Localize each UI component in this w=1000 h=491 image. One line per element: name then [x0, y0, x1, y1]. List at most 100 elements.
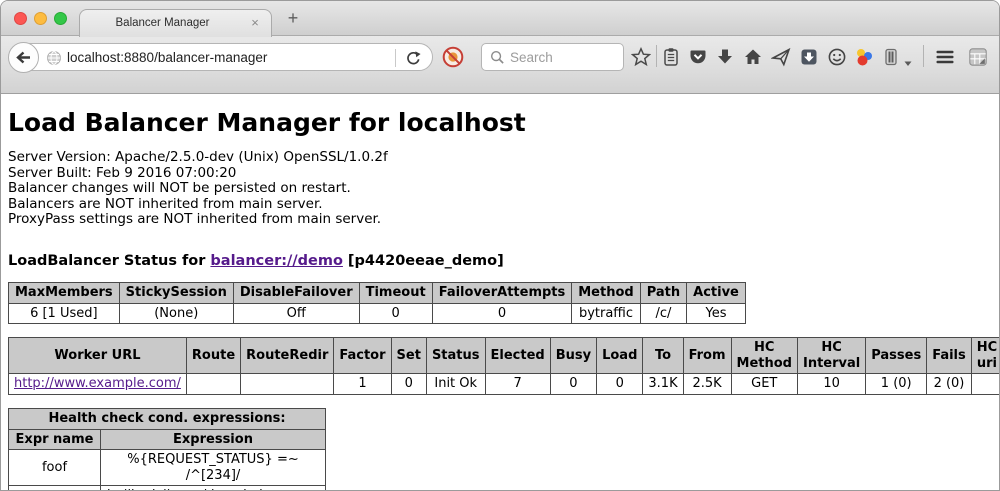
col-load: Load	[597, 338, 643, 374]
worker-url-link[interactable]: http://www.example.com/	[14, 376, 181, 391]
cell-hc-uri	[971, 374, 1000, 395]
plugin-blocked-icon	[442, 46, 464, 68]
cell-status: Init Ok	[426, 374, 485, 395]
status-suffix: [p4420eeae_demo]	[348, 253, 504, 269]
tab-close-icon[interactable]: ×	[247, 15, 263, 31]
col-busy: Busy	[550, 338, 596, 374]
cell-hc-method: GET	[731, 374, 797, 395]
search-icon	[490, 50, 505, 65]
reload-icon	[404, 49, 422, 67]
server-info: Server Version: Apache/2.5.0-dev (Unix) …	[8, 150, 999, 228]
cell-from: 2.5K	[683, 374, 731, 395]
col-passes: Passes	[866, 338, 927, 374]
url-bar[interactable]	[9, 43, 433, 71]
cell-active: Yes	[687, 303, 746, 324]
pocket-button[interactable]	[688, 47, 708, 67]
proxypass-note: ProxyPass settings are NOT inherited fro…	[8, 212, 999, 228]
status-prefix: LoadBalancer Status for	[8, 253, 205, 269]
url-input[interactable]	[67, 45, 367, 69]
cell-path: /c/	[640, 303, 686, 324]
health-table-title: Health check cond. expressions:	[9, 408, 326, 429]
col-factor: Factor	[334, 338, 391, 374]
reload-button[interactable]	[402, 48, 424, 68]
balancer-persist-note: Balancer changes will NOT be persisted o…	[8, 181, 999, 197]
table-header-row: Expr name Expression	[9, 429, 326, 450]
extension-dropdown-caret[interactable]	[904, 54, 912, 60]
col-fails: Fails	[927, 338, 972, 374]
extension-dots-button[interactable]	[854, 47, 874, 67]
home-icon	[743, 47, 763, 67]
cell-routeredir	[241, 374, 334, 395]
balancer-inherit-note: Balancers are NOT inherited from main se…	[8, 197, 999, 213]
bookmark-star-button[interactable]	[631, 47, 651, 67]
cell-failoverattempts: 0	[432, 303, 572, 324]
home-button[interactable]	[743, 47, 763, 67]
health-check-table: Health check cond. expressions: Expr nam…	[8, 408, 326, 491]
balancer-demo-link[interactable]: balancer://demo	[210, 253, 343, 269]
globe-icon	[46, 50, 62, 66]
archive-extension-button[interactable]	[881, 47, 901, 67]
col-to: To	[643, 338, 683, 374]
titlebar: Balancer Manager × +	[1, 1, 999, 36]
page-content: Load Balancer Manager for localhost Serv…	[1, 95, 999, 490]
col-timeout: Timeout	[359, 282, 432, 303]
new-tab-button[interactable]: +	[282, 8, 304, 30]
clipboard-icon	[661, 47, 681, 67]
menu-button[interactable]	[935, 47, 955, 67]
navigation-toolbar	[1, 36, 999, 94]
feedback-button[interactable]	[827, 47, 847, 67]
col-disablefailover: DisableFailover	[233, 282, 359, 303]
table-row: foof %{REQUEST_STATUS} =~ /^[234]/	[9, 450, 326, 486]
browser-window: Balancer Manager × +	[0, 0, 1000, 491]
tab-balancer-manager[interactable]: Balancer Manager ×	[79, 9, 272, 37]
video-download-button[interactable]	[799, 47, 819, 67]
search-bar[interactable]	[481, 43, 624, 71]
reading-list-button[interactable]	[661, 47, 681, 67]
table-row: 6 [1 Used] (None) Off 0 0 bytraffic /c/ …	[9, 303, 746, 324]
cell-fails: 2 (0)	[927, 374, 972, 395]
pocket-icon	[688, 47, 708, 67]
paper-plane-icon	[771, 47, 791, 67]
hamburger-icon	[935, 47, 955, 67]
downloads-button[interactable]	[715, 47, 735, 67]
cell-maxmembers: 6 [1 Used]	[9, 303, 120, 324]
box-download-icon	[799, 47, 819, 67]
loadbalancer-status-heading: LoadBalancer Status for balancer://demo [p…	[8, 253, 999, 269]
back-button[interactable]	[8, 42, 39, 73]
url-bar-divider	[395, 49, 396, 67]
cell-disablefailover: Off	[233, 303, 359, 324]
cell-to: 3.1K	[643, 374, 683, 395]
col-stickysession: StickySession	[119, 282, 233, 303]
back-arrow-icon	[14, 48, 33, 67]
minimize-window-button[interactable]	[34, 12, 47, 25]
col-routeredir: RouteRedir	[241, 338, 334, 374]
table-header-row: Worker URL Route RouteRedir Factor Set S…	[9, 338, 1000, 374]
tab-title: Balancer Manager	[80, 10, 245, 37]
col-expression: Expression	[101, 429, 326, 450]
download-arrow-icon	[715, 47, 735, 67]
cell-passes: 1 (0)	[866, 374, 927, 395]
color-dots-icon	[854, 47, 874, 67]
tab-groups-button[interactable]	[968, 47, 988, 67]
search-input[interactable]	[510, 45, 618, 69]
cell-expression: %{REQUEST_STATUS} =~ /^[234]/	[101, 450, 326, 486]
page-title: Load Balancer Manager for localhost	[8, 108, 999, 137]
plugin-blocked-button[interactable]	[442, 46, 464, 68]
cell-method: bytraffic	[572, 303, 640, 324]
table-row: http://www.example.com/ 1 0 Init Ok 7 0 …	[9, 374, 1000, 395]
col-route: Route	[186, 338, 240, 374]
table-header-row: MaxMembers StickySession DisableFailover…	[9, 282, 746, 303]
cell-expr-name: foof2	[9, 486, 101, 491]
grid-tile-icon	[968, 46, 988, 68]
star-icon	[631, 47, 651, 67]
balancer-settings-table: MaxMembers StickySession DisableFailover…	[8, 282, 746, 324]
col-worker-url: Worker URL	[9, 338, 187, 374]
worker-status-table: Worker URL Route RouteRedir Factor Set S…	[8, 337, 1000, 395]
cell-load: 0	[597, 374, 643, 395]
close-window-button[interactable]	[14, 12, 27, 25]
server-built-line: Server Built: Feb 9 2016 07:00:20	[8, 166, 999, 182]
zoom-window-button[interactable]	[54, 12, 67, 25]
send-tab-button[interactable]	[771, 47, 791, 67]
cell-worker-url: http://www.example.com/	[9, 374, 187, 395]
smiley-icon	[827, 47, 847, 67]
